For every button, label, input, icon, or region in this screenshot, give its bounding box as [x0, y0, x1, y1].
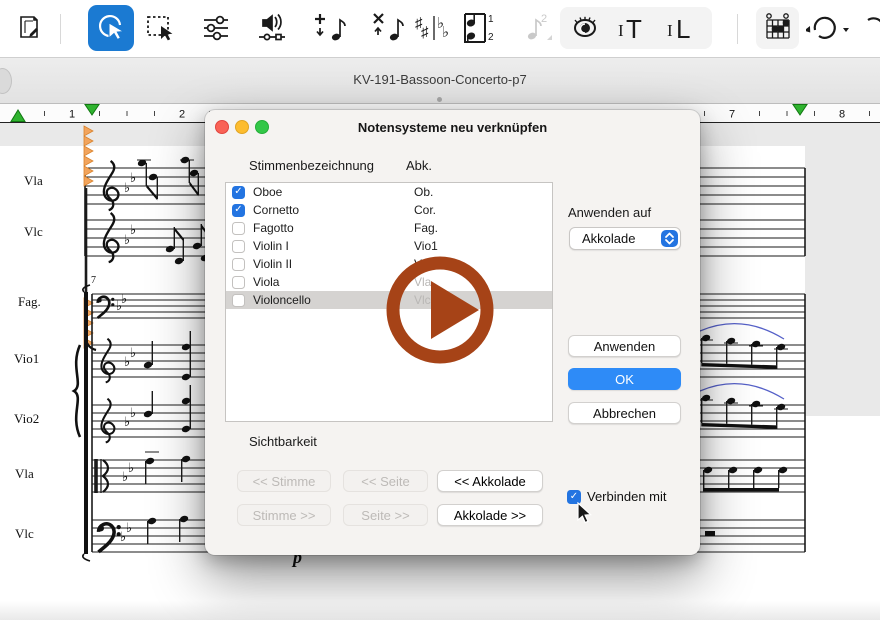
app-window: ♯♯ ♭♭ 12 2: [0, 0, 880, 620]
delete-note-icon[interactable]: [366, 6, 410, 50]
document-title: KV-191-Bassoon-Concerto-p7: [0, 72, 880, 87]
instrument-name: Cornetto: [253, 203, 299, 217]
instrument-row[interactable]: Fagotto Fag.: [226, 219, 552, 237]
staff-label: Vio2: [14, 411, 39, 427]
checkbox-icon[interactable]: [232, 294, 245, 307]
apply-button[interactable]: Anwenden: [568, 335, 681, 357]
column-header-name: Stimmenbezeichnung: [249, 158, 374, 173]
svg-text:1: 1: [69, 109, 75, 121]
instrument-row[interactable]: ✓ Oboe Ob.: [226, 183, 552, 201]
svg-text:♭: ♭: [130, 223, 136, 238]
voices-1-2-icon[interactable]: 12: [455, 6, 499, 50]
visibility-label: Sichtbarkeit: [249, 434, 317, 449]
checkbox-checked-icon[interactable]: ✓: [232, 204, 245, 217]
instrument-row[interactable]: ✓ Cornetto Cor.: [226, 201, 552, 219]
staff-label: Vlc: [15, 526, 34, 542]
svg-text:I: I: [618, 21, 624, 40]
svg-text:2: 2: [179, 109, 185, 121]
svg-text:I: I: [667, 21, 673, 40]
instrument-name: Violin I: [253, 239, 289, 253]
svg-text:♭: ♭: [130, 346, 136, 361]
svg-text:T: T: [626, 14, 642, 44]
redo-icon[interactable]: [858, 6, 880, 50]
popup-chevrons-icon: [661, 230, 678, 247]
svg-text:2: 2: [541, 13, 547, 25]
apply-to-label: Anwenden auf: [568, 205, 651, 220]
chord-grid-icon[interactable]: [756, 6, 799, 50]
svg-text:7: 7: [729, 109, 735, 121]
svg-text:2: 2: [488, 32, 494, 43]
cancel-button[interactable]: Abbrechen: [568, 402, 681, 424]
text-tool-icon[interactable]: I T: [612, 6, 656, 50]
document-titlebar: KV-191-Bassoon-Concerto-p7: [0, 58, 880, 104]
checkbox-icon[interactable]: [232, 276, 245, 289]
staff-label: Vlc: [24, 224, 43, 240]
insert-note-icon[interactable]: [308, 6, 352, 50]
visibility-button: Seite >>: [343, 504, 428, 526]
audio-dynamics-icon[interactable]: [250, 6, 294, 50]
page-edit-icon[interactable]: [8, 6, 52, 50]
play-button[interactable]: [375, 245, 505, 375]
accidentals-icon[interactable]: ♯♯ ♭♭: [412, 6, 454, 50]
checkbox-icon[interactable]: [232, 258, 245, 271]
dialog-title: Notensysteme neu verknüpfen: [205, 120, 700, 135]
toolbar-separator: [60, 14, 61, 44]
ok-button[interactable]: OK: [568, 368, 681, 390]
instrument-abbr: Ob.: [414, 185, 433, 199]
checkbox-icon[interactable]: [232, 240, 245, 253]
toolbar-separator: [737, 14, 738, 44]
instrument-abbr: Fag.: [414, 221, 438, 235]
svg-text:1: 1: [488, 14, 494, 25]
visibility-button: << Seite: [343, 470, 428, 492]
staff-label: Vio1: [14, 351, 39, 367]
svg-text:♭: ♭: [128, 461, 134, 476]
checkbox-icon[interactable]: [232, 222, 245, 235]
staff-label: Vla: [15, 466, 34, 482]
svg-text:♭: ♭: [121, 292, 127, 307]
mouse-cursor-icon: [576, 502, 594, 526]
svg-text:♭: ♭: [130, 406, 136, 421]
link-with-label: Verbinden mit: [587, 489, 667, 504]
filter-sliders-icon[interactable]: [194, 6, 238, 50]
instrument-name: Violoncello: [253, 293, 311, 307]
lyrics-tool-icon[interactable]: I L: [661, 6, 705, 50]
instrument-name: Viola: [253, 275, 279, 289]
visibility-button: << Stimme: [237, 470, 331, 492]
staff-label: Vla: [24, 173, 43, 189]
undo-icon[interactable]: [806, 6, 850, 50]
apply-to-value: Akkolade: [582, 231, 635, 246]
pointer-select-icon[interactable]: [88, 5, 134, 51]
instrument-name: Fagotto: [253, 221, 294, 235]
checkbox-checked-icon[interactable]: ✓: [232, 186, 245, 199]
view-eye-icon[interactable]: [563, 6, 607, 50]
svg-text:♭: ♭: [126, 521, 132, 536]
svg-text:♭: ♭: [130, 171, 136, 186]
visibility-button[interactable]: << Akkolade: [437, 470, 543, 492]
visibility-button[interactable]: Akkolade >>: [437, 504, 543, 526]
collapse-dot[interactable]: [437, 97, 442, 102]
tuplet-2-icon: 2: [516, 6, 560, 50]
instrument-abbr: Cor.: [414, 203, 436, 217]
svg-text:♭: ♭: [442, 24, 449, 41]
marquee-select-icon[interactable]: [138, 6, 182, 50]
svg-text:♯: ♯: [421, 24, 429, 41]
apply-to-popup[interactable]: Akkolade: [569, 227, 681, 250]
instrument-name: Oboe: [253, 185, 282, 199]
visibility-button: Stimme >>: [237, 504, 331, 526]
column-header-abbr: Abk.: [406, 158, 432, 173]
staff-label: Fag.: [18, 294, 41, 310]
instrument-name: Violin II: [253, 257, 292, 271]
svg-text:8: 8: [839, 109, 845, 121]
measure-number: 7: [91, 275, 96, 286]
toolbar: ♯♯ ♭♭ 12 2: [0, 0, 880, 58]
svg-text:L: L: [676, 14, 690, 44]
